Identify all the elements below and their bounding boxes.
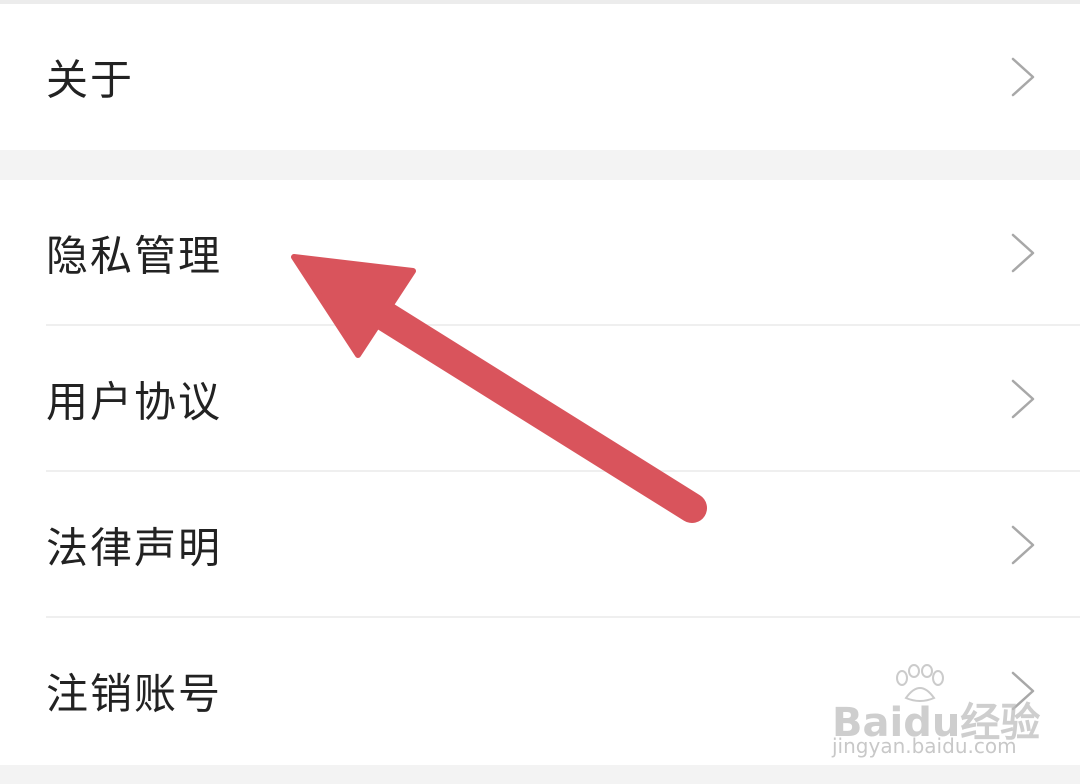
menu-item-label: 关于 (46, 55, 135, 105)
menu-group-1: 关于 (0, 4, 1080, 150)
menu-item-label: 法律声明 (46, 523, 223, 573)
menu-item-about[interactable]: 关于 (0, 4, 1080, 150)
menu-item-user-agreement[interactable]: 用户协议 (0, 326, 1080, 472)
menu-item-label: 用户协议 (46, 377, 223, 427)
menu-item-legal-statement[interactable]: 法律声明 (0, 472, 1080, 618)
menu-item-label: 注销账号 (46, 669, 223, 719)
menu-item-privacy-management[interactable]: 隐私管理 (0, 180, 1080, 326)
settings-page: 关于 隐私管理 用户协议 法律声明 注销账号 Baidu经验 jingyan.b… (0, 0, 1080, 784)
chevron-right-icon (1011, 233, 1035, 273)
chevron-right-icon (1011, 379, 1035, 419)
chevron-right-icon (1011, 57, 1035, 97)
baidu-jingyan-watermark: Baidu经验 jingyan.baidu.com (832, 664, 1040, 764)
watermark-url: jingyan.baidu.com (832, 734, 1017, 758)
chevron-right-icon (1011, 525, 1035, 565)
menu-item-label: 隐私管理 (46, 231, 223, 281)
